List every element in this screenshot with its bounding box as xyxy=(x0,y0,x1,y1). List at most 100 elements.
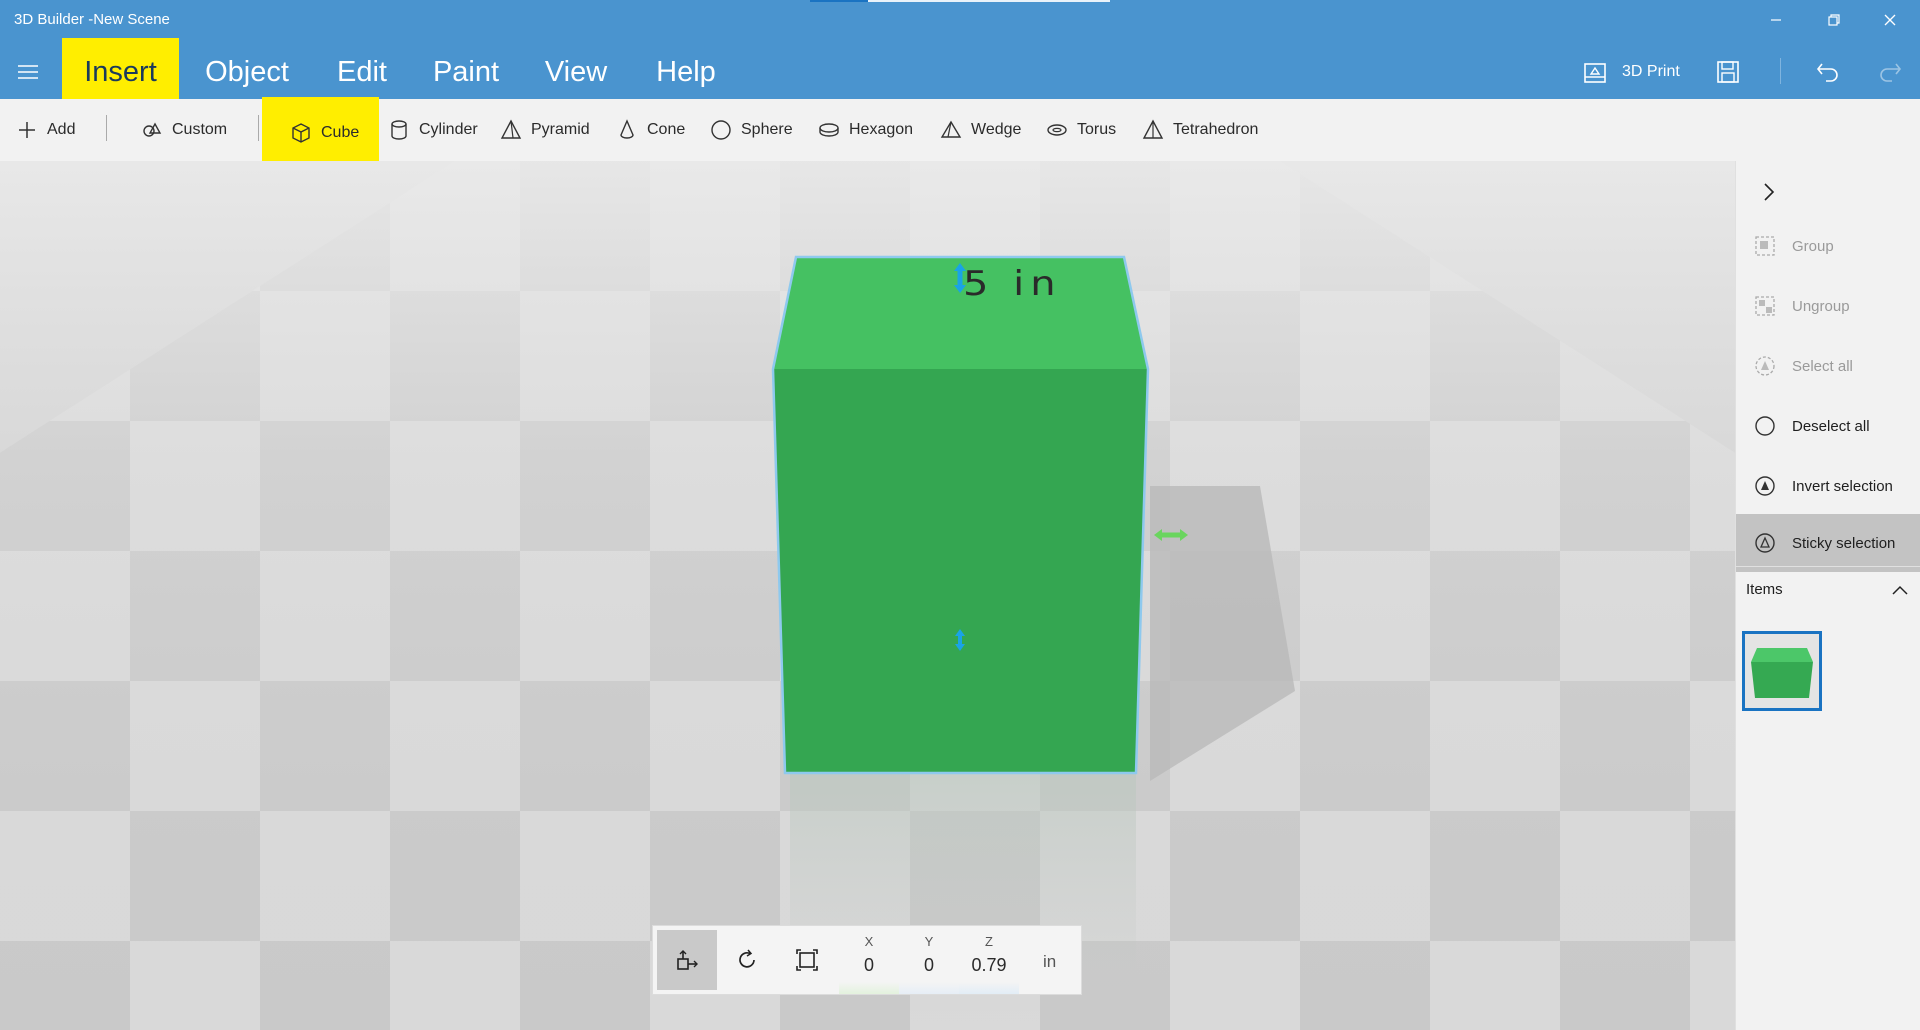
insert-ribbon: Add Custom Cube Cylinder Pyramid Cone Sp… xyxy=(0,97,1920,168)
redo-icon[interactable] xyxy=(1872,56,1908,88)
ungroup-button[interactable]: Ungroup xyxy=(1736,277,1920,335)
sphere-label: Sphere xyxy=(741,121,793,138)
add-label: Add xyxy=(47,121,76,138)
custom-label: Custom xyxy=(172,121,228,138)
wedge-button[interactable]: Wedge xyxy=(934,99,1027,161)
rotate-icon xyxy=(739,949,755,968)
invert-selection-button[interactable]: Invert selection xyxy=(1736,457,1920,515)
tab-paint[interactable]: Paint xyxy=(430,46,502,99)
tetrahedron-label: Tetrahedron xyxy=(1173,121,1259,138)
undo-icon[interactable] xyxy=(1810,56,1846,88)
item-thumbnail-cube[interactable] xyxy=(1742,631,1822,711)
chevron-right-icon[interactable] xyxy=(1754,175,1784,209)
y-value[interactable]: 0 xyxy=(899,955,959,976)
cube-object[interactable] xyxy=(771,255,1150,775)
cylinder-label: Cylinder xyxy=(419,121,478,138)
items-title: Items xyxy=(1746,581,1783,598)
x-coordinate[interactable]: X 0 xyxy=(839,934,899,994)
dimension-label: 5 in xyxy=(963,264,1062,304)
z-coordinate[interactable]: Z 0.79 xyxy=(959,934,1019,994)
pyramid-button[interactable]: Pyramid xyxy=(494,99,596,161)
hamburger-menu-icon[interactable] xyxy=(10,56,46,88)
transform-toolbar: X 0 Y 0 Z 0.79 in xyxy=(652,925,1082,995)
torus-icon xyxy=(1047,124,1067,136)
sphere-button[interactable]: Sphere xyxy=(704,99,799,161)
close-icon[interactable] xyxy=(1874,6,1906,34)
sticky-selection-label: Sticky selection xyxy=(1792,534,1896,552)
3d-print-button[interactable]: 3D Print xyxy=(1582,56,1680,88)
window-title: 3D Builder -New Scene xyxy=(14,11,170,28)
select-all-button[interactable]: Select all xyxy=(1736,337,1920,395)
toolbar-divider xyxy=(1780,58,1781,84)
save-icon[interactable] xyxy=(1710,56,1746,88)
cylinder-button[interactable]: Cylinder xyxy=(382,99,484,161)
invert-selection-label: Invert selection xyxy=(1792,477,1893,495)
group-icon xyxy=(1755,236,1775,256)
z-label: Z xyxy=(985,934,993,949)
tab-object[interactable]: Object xyxy=(196,46,298,99)
select-all-label: Select all xyxy=(1792,357,1853,375)
move-icon xyxy=(677,950,698,970)
tab-edit[interactable]: Edit xyxy=(330,46,394,99)
y-label: Y xyxy=(924,934,934,949)
plus-icon xyxy=(19,122,35,138)
y-axis-underline xyxy=(899,982,959,994)
group-button[interactable]: Group xyxy=(1736,217,1920,275)
sphere-icon xyxy=(711,120,731,140)
x-value[interactable]: 0 xyxy=(839,955,899,976)
select-all-icon xyxy=(1755,356,1775,376)
3d-viewport[interactable]: 5 in xyxy=(0,161,1735,1030)
cube-icon xyxy=(292,122,310,143)
deselect-all-icon xyxy=(1755,416,1775,436)
printer-3d-icon xyxy=(1584,63,1606,83)
wedge-icon xyxy=(940,120,962,138)
cylinder-icon xyxy=(391,120,407,140)
y-coordinate[interactable]: Y 0 xyxy=(899,934,959,994)
cone-icon xyxy=(620,119,634,139)
wedge-label: Wedge xyxy=(971,121,1022,138)
cube-front-face xyxy=(773,369,1148,773)
sticky-selection-button[interactable]: Sticky selection xyxy=(1736,514,1920,572)
title-and-menu-bar: 3D Builder -New Scene Insert Object Edit… xyxy=(0,0,1920,106)
group-label: Group xyxy=(1792,237,1834,255)
move-tool-button[interactable] xyxy=(657,930,717,990)
tetrahedron-button[interactable]: Tetrahedron xyxy=(1136,99,1264,161)
tab-view[interactable]: View xyxy=(540,46,612,99)
cube-thumbnail-icon xyxy=(1751,648,1813,698)
x-label: X xyxy=(864,934,874,949)
scene-canvas[interactable] xyxy=(0,161,1735,1030)
cone-label: Cone xyxy=(647,121,686,138)
cube-button[interactable]: Cube xyxy=(262,97,380,168)
tetrahedron-icon xyxy=(1142,119,1164,139)
hexagon-icon xyxy=(819,123,839,137)
x-axis-underline xyxy=(839,982,899,994)
ribbon-divider xyxy=(106,115,107,141)
rotate-tool-button[interactable] xyxy=(717,930,777,990)
tab-help[interactable]: Help xyxy=(650,46,722,99)
restore-icon[interactable] xyxy=(1818,6,1850,34)
scale-tool-button[interactable] xyxy=(777,930,837,990)
z-axis-underline xyxy=(959,982,1019,994)
sticky-selection-icon xyxy=(1755,533,1775,553)
progress-strip xyxy=(810,0,1110,2)
tab-insert[interactable]: Insert xyxy=(62,38,179,106)
ungroup-icon xyxy=(1755,296,1775,316)
chevron-up-icon[interactable] xyxy=(1886,577,1914,603)
minimize-icon[interactable] xyxy=(1760,6,1792,34)
items-section-header: Items xyxy=(1736,566,1920,608)
cone-button[interactable]: Cone xyxy=(610,99,691,161)
ungroup-label: Ungroup xyxy=(1792,297,1850,315)
pyramid-label: Pyramid xyxy=(531,121,590,138)
torus-button[interactable]: Torus xyxy=(1040,99,1122,161)
add-button[interactable]: Add xyxy=(10,99,81,161)
shapes-icon xyxy=(143,122,162,137)
deselect-all-label: Deselect all xyxy=(1792,417,1870,435)
selection-side-panel: Group Ungroup Select all Deselect all In… xyxy=(1735,161,1920,1030)
invert-selection-icon xyxy=(1755,476,1775,496)
deselect-all-button[interactable]: Deselect all xyxy=(1736,397,1920,455)
hexagon-button[interactable]: Hexagon xyxy=(812,99,919,161)
3d-print-label: 3D Print xyxy=(1622,63,1680,80)
custom-button[interactable]: Custom xyxy=(135,99,233,161)
z-value[interactable]: 0.79 xyxy=(959,955,1019,976)
unit-label[interactable]: in xyxy=(1043,952,1056,972)
